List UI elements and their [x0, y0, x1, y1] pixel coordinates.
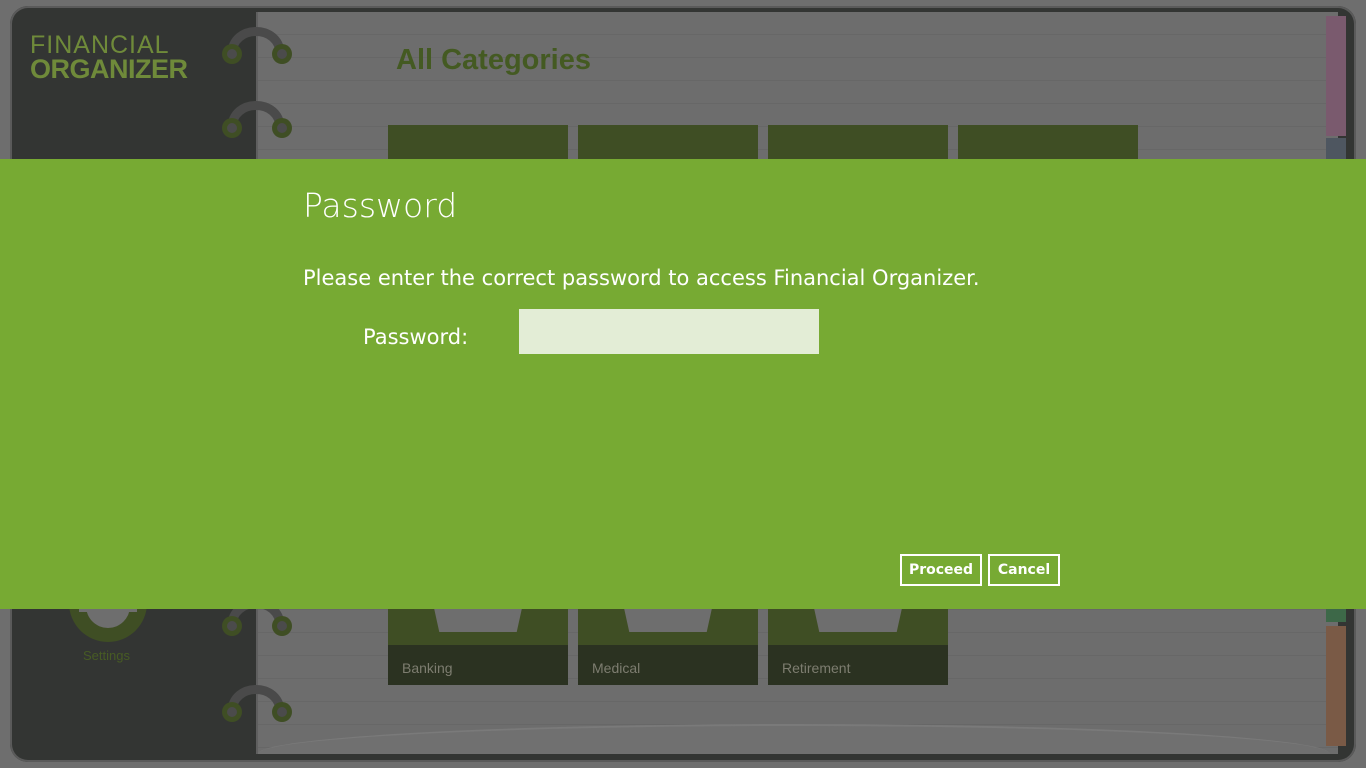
- dialog-title: Password: [303, 186, 458, 225]
- section-tab[interactable]: [1326, 626, 1346, 746]
- page-title: All Categories: [396, 44, 591, 76]
- proceed-button[interactable]: Proceed: [900, 554, 982, 586]
- password-input[interactable]: [519, 309, 819, 354]
- binder-ring-icon: [222, 27, 292, 64]
- cancel-button[interactable]: Cancel: [988, 554, 1060, 586]
- folder-icon: [624, 608, 712, 632]
- logo-line-2: ORGANIZER: [30, 54, 188, 84]
- binder-ring-icon: [222, 101, 292, 138]
- category-label: Retirement: [768, 645, 948, 685]
- settings-label: Settings: [83, 648, 130, 663]
- app-window: FINANCIAL ORGANIZER All Categories Banki…: [0, 0, 1366, 768]
- category-label: Banking: [388, 645, 568, 685]
- category-tile[interactable]: [388, 125, 568, 159]
- category-label: Medical: [578, 645, 758, 685]
- category-tile[interactable]: [768, 125, 948, 159]
- app-logo: FINANCIAL ORGANIZER: [30, 33, 210, 84]
- category-tile[interactable]: [578, 125, 758, 159]
- category-tile-banking[interactable]: Banking: [388, 608, 568, 685]
- category-tile-retirement[interactable]: Retirement: [768, 608, 948, 685]
- password-label: Password:: [363, 325, 469, 349]
- dialog-message: Please enter the correct password to acc…: [303, 266, 980, 290]
- category-tile-medical[interactable]: Medical: [578, 608, 758, 685]
- section-tab[interactable]: [1326, 16, 1346, 136]
- binder-ring-icon: [222, 685, 292, 722]
- folder-icon: [814, 608, 902, 632]
- password-dialog: Password Please enter the correct passwo…: [0, 159, 1366, 609]
- folder-icon: [434, 608, 522, 632]
- category-tile[interactable]: [958, 125, 1138, 159]
